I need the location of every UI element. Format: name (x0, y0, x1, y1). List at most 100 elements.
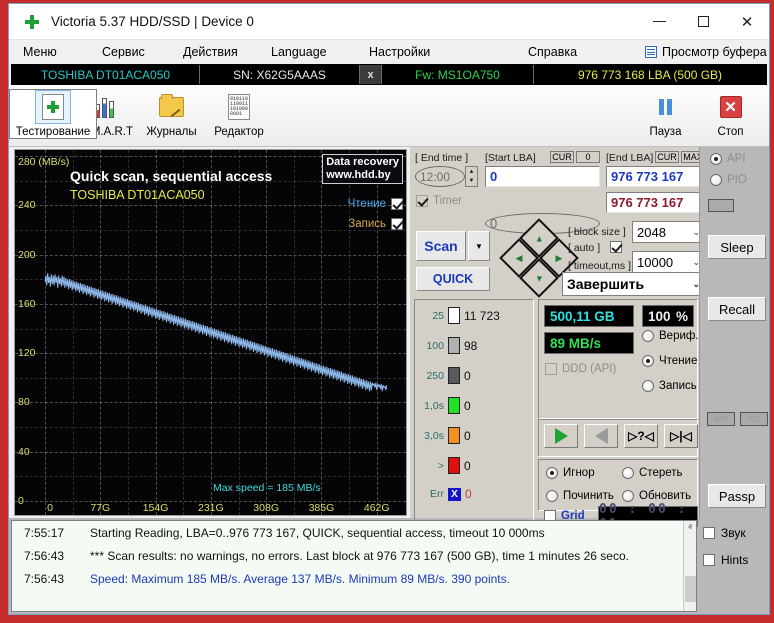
defect-erase-radio[interactable]: Стереть (622, 467, 683, 479)
quick-button[interactable]: QUICK (416, 267, 490, 291)
end-time-field[interactable]: 12:00 (415, 166, 465, 187)
recall-button[interactable]: Recall (708, 297, 766, 321)
watermark: Data recovery www.hdd.by (322, 154, 403, 184)
navigation-pad[interactable]: ▲ ◀ ▶ ▼ (499, 218, 579, 298)
scan-button[interactable]: Scan (416, 231, 466, 261)
pio-radio[interactable]: PIO (710, 174, 747, 186)
auto-checkbox[interactable] (610, 241, 622, 253)
sound-toggle[interactable]: Звук (703, 526, 767, 540)
log-row[interactable]: 7:55:17 Starting Reading, LBA=0..976 773 … (12, 521, 696, 544)
scroll-up-icon[interactable]: ⱏ (684, 521, 696, 535)
timeout-value: 10000 (637, 254, 674, 270)
start-lba-cur-button[interactable]: CUR (550, 151, 574, 163)
y-axis-tick: 40 (18, 445, 30, 458)
y-axis-tick: 240 (18, 199, 36, 212)
end-time-spinner[interactable]: ▲ ▼ (465, 166, 478, 187)
log-list[interactable]: 7:55:17 Starting Reading, LBA=0..976 773 … (11, 520, 697, 612)
graph-write-checkbox[interactable] (391, 218, 403, 230)
spin-up-icon[interactable]: ▲ (466, 167, 477, 177)
watermark-line2: www.hdd.by (326, 169, 391, 181)
graph-read-toggle[interactable]: Чтение (348, 198, 403, 210)
hints-toggle[interactable]: Hints (703, 553, 767, 567)
counter-value: 0 (464, 428, 471, 443)
graph-read-checkbox[interactable] (391, 198, 403, 210)
start-lba-field[interactable]: 0 (485, 166, 600, 187)
counter-threshold: 1,0s (424, 399, 444, 412)
sound-checkbox[interactable] (703, 527, 715, 539)
scrollbar-thumb[interactable] (685, 576, 696, 602)
timer-checkbox[interactable] (416, 195, 428, 207)
random-seek-button[interactable]: ▷?◁ (624, 424, 658, 448)
menu-item-language[interactable]: Language (271, 42, 327, 62)
radio-icon[interactable] (710, 174, 722, 186)
timer-toggle[interactable]: Timer (416, 195, 462, 207)
start-lba-zero-button[interactable]: 0 (576, 151, 600, 163)
radio-icon[interactable] (710, 153, 722, 165)
radio-icon[interactable] (622, 467, 634, 479)
radio-icon[interactable] (642, 355, 654, 367)
menu-item-buffer-view[interactable]: Просмотр буфера (645, 42, 767, 62)
toolbar-button-logs[interactable]: Журналы (139, 89, 204, 138)
mode-write-radio[interactable]: Запись (642, 380, 697, 392)
speed-graph[interactable]: Quick scan, sequential access TOSHIBA DT… (14, 149, 407, 516)
maximize-button[interactable] (681, 4, 725, 39)
log-options: Звук Hints (697, 520, 767, 612)
end-lba-cur-button[interactable]: CUR (655, 151, 679, 163)
counter-swatch (448, 337, 460, 354)
title-bar: Victoria 5.37 HDD/SSD | Device 0 ✕ (9, 4, 769, 40)
counter-row: 250 0 (418, 367, 471, 384)
toolbar-button-stop[interactable]: ✕ Стоп (698, 89, 763, 138)
ddd-api-checkbox[interactable] (545, 363, 557, 375)
x-axis-tick: 0 (47, 502, 53, 514)
block-size-select[interactable]: 2048 ⌄ (632, 221, 705, 243)
radio-icon[interactable] (642, 380, 654, 392)
main-toolbar: i Инфо S.M.A.R.T Журналы Тестирование 01… (9, 85, 769, 147)
toolbar-label-logs: Журналы (146, 126, 197, 138)
close-button[interactable]: ✕ (725, 4, 769, 39)
play-forward-button[interactable] (544, 424, 578, 448)
defect-repair-radio[interactable]: Починить (546, 490, 614, 502)
radio-icon[interactable] (546, 467, 558, 479)
radio-icon[interactable] (642, 330, 654, 342)
play-backward-button[interactable] (584, 424, 618, 448)
desktop-background: Victoria 5.37 HDD/SSD | Device 0 ✕ Меню … (0, 0, 774, 623)
toolbar-button-pause[interactable]: Пауза (633, 89, 698, 138)
graph-write-toggle[interactable]: Запись (348, 218, 403, 230)
counter-swatch (448, 397, 460, 414)
mode-read-radio[interactable]: Чтение (642, 355, 697, 367)
api-radio[interactable]: API (710, 153, 746, 165)
radio-icon[interactable] (546, 490, 558, 502)
spin-down-icon[interactable]: ▼ (466, 177, 477, 187)
counter-value: 0 (464, 398, 471, 413)
mode-verify-radio[interactable]: Вериф. (642, 330, 699, 342)
ddd-api-toggle[interactable]: DDD (API) (545, 363, 616, 375)
end-lba-field[interactable]: 976 773 167 (606, 166, 705, 187)
log-row[interactable]: 7:56:43 Speed: Maximum 185 MB/s. Average … (12, 567, 696, 590)
menu-item-help[interactable]: Справка (528, 42, 577, 62)
seek-end-button[interactable]: ▷|◁ (664, 424, 698, 448)
menu-item-menu[interactable]: Меню (23, 42, 57, 62)
passport-button[interactable]: Passp (708, 484, 766, 508)
scan-dropdown-button[interactable]: ▼ (468, 231, 490, 261)
log-row[interactable]: 7:56:43 *** Scan results: no warnings, no… (12, 544, 696, 567)
rd-button[interactable]: RD (740, 412, 768, 426)
finish-action-select[interactable]: Завершить ⌄ (562, 272, 705, 296)
nav-left-icon: ◀ (515, 252, 523, 263)
defect-refresh-radio[interactable]: Обновить (622, 490, 691, 502)
wr-button[interactable]: WR (707, 412, 735, 426)
menu-item-settings[interactable]: Настройки (369, 42, 430, 62)
toolbar-button-editor[interactable]: 010110 110011 101000 0001 Редактор (204, 89, 274, 138)
menu-item-actions[interactable]: Действия (183, 42, 238, 62)
sleep-button[interactable]: Sleep (708, 235, 766, 259)
timeout-select[interactable]: 10000 ⌄ (632, 251, 705, 273)
minimize-button[interactable] (637, 4, 681, 39)
small-unnamed-button[interactable] (708, 199, 734, 212)
log-scrollbar[interactable]: ⱏ (683, 521, 696, 611)
clear-serial-button[interactable]: x (360, 65, 382, 84)
toolbar-button-testing[interactable]: Тестирование (9, 89, 97, 139)
radio-icon[interactable] (622, 490, 634, 502)
folder-icon (159, 94, 184, 117)
defect-ignore-radio[interactable]: Игнор (546, 467, 595, 479)
hints-checkbox[interactable] (703, 554, 715, 566)
menu-item-service[interactable]: Сервис (102, 42, 145, 62)
